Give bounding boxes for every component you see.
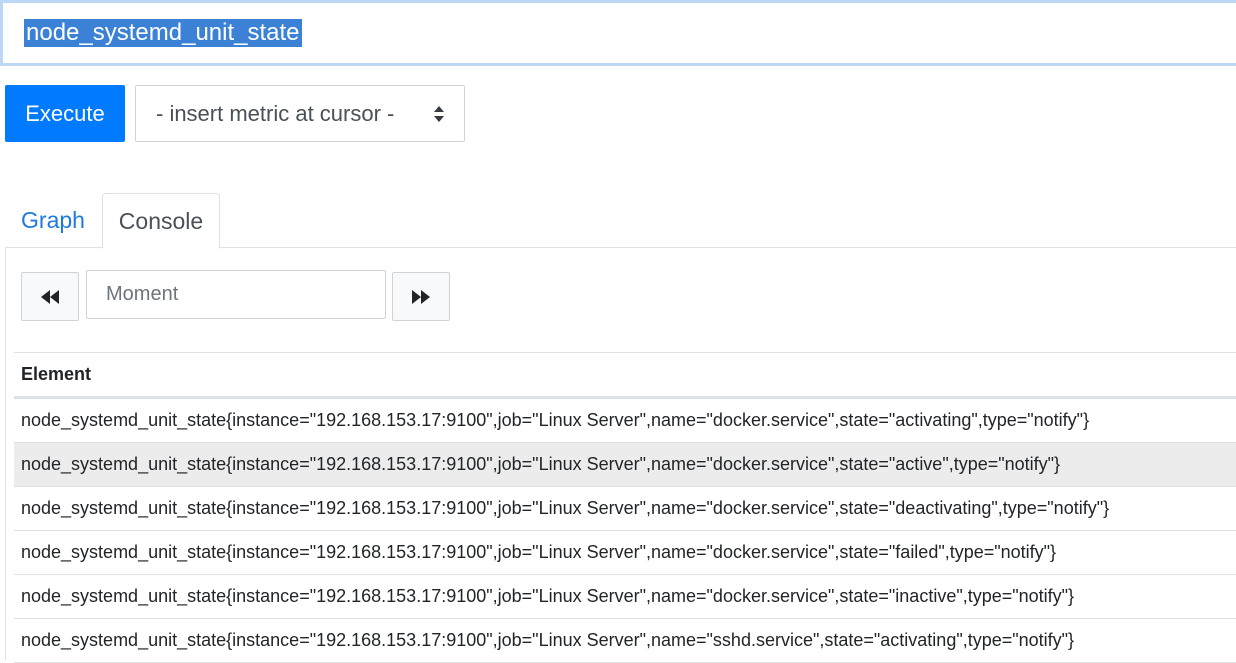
tab-graph[interactable]: Graph [5, 193, 101, 248]
table-row: node_systemd_unit_state{instance="192.16… [14, 575, 1236, 619]
table-row: node_systemd_unit_state{instance="192.16… [14, 487, 1236, 531]
moment-back-button[interactable] [21, 272, 79, 321]
tab-bar: Graph Console [5, 193, 1236, 249]
metric-select-value: - insert metric at cursor - [156, 100, 395, 126]
table-row: node_systemd_unit_state{instance="192.16… [14, 443, 1236, 487]
expression-text: node_systemd_unit_state [24, 19, 302, 47]
moment-forward-button[interactable] [392, 272, 450, 321]
tab-console[interactable]: Console [102, 193, 220, 249]
select-caret-icon [434, 106, 444, 122]
fast-backward-icon [41, 289, 59, 304]
expression-input[interactable]: node_systemd_unit_state [0, 0, 1236, 66]
fast-forward-icon [412, 289, 430, 304]
table-row: node_systemd_unit_state{instance="192.16… [14, 399, 1236, 443]
column-header-element: Element [14, 353, 1236, 399]
results-table: Element node_systemd_unit_state{instance… [14, 352, 1236, 663]
execute-button[interactable]: Execute [5, 85, 125, 142]
insert-metric-select[interactable]: - insert metric at cursor - [135, 85, 465, 142]
table-row: node_systemd_unit_state{instance="192.16… [14, 619, 1236, 663]
moment-input[interactable] [86, 270, 386, 319]
table-row: node_systemd_unit_state{instance="192.16… [14, 531, 1236, 575]
